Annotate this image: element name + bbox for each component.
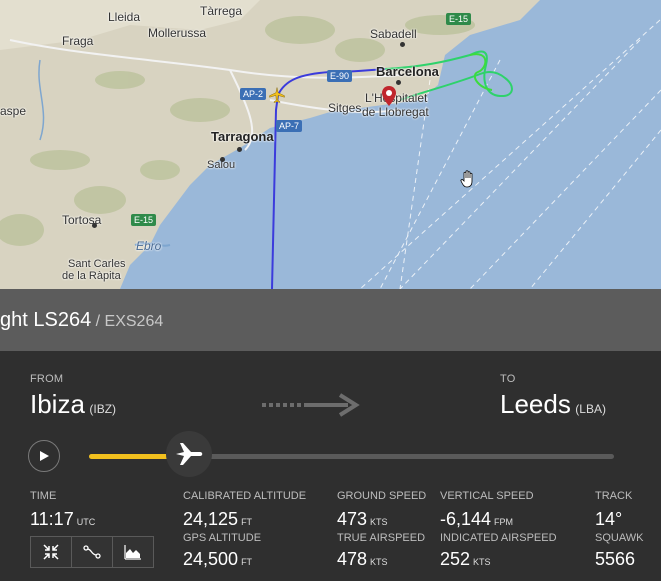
city-sabadell: Sabadell (370, 27, 417, 41)
origin[interactable]: Ibiza (IBZ) (30, 389, 116, 420)
flight-info-panel: FROM Ibiza (IBZ) TO Leeds (LBA) TIME 11:… (0, 351, 661, 581)
true-airspeed-label: TRUE AIRSPEED (337, 532, 426, 544)
flight-callsign: / EXS264 (91, 313, 164, 330)
flight-title: ght LS264 / EXS264 (0, 309, 163, 332)
road-e15-top: E-15 (446, 13, 472, 25)
tas-number: 478 (337, 549, 368, 569)
track-value: 14° (595, 509, 623, 529)
city-lhospitalet-2: de Llobregat (362, 105, 429, 119)
city-caspe: aspe (0, 104, 27, 118)
origin-city: Ibiza (30, 389, 85, 419)
cal-alt-unit: FT (241, 517, 253, 527)
city-tarragona: Tarragona (211, 129, 274, 144)
collapse-button[interactable] (30, 536, 72, 568)
map-canvas[interactable] (0, 0, 661, 289)
destination-code: (LBA) (575, 402, 606, 416)
road-e15-left: E-15 (131, 214, 157, 226)
squawk-label: SQUAWK (595, 532, 644, 544)
city-sitges: Sitges (328, 101, 362, 115)
progress-knob[interactable] (165, 431, 212, 477)
ias-unit: KTS (473, 557, 491, 567)
road-ap7: AP-7 (276, 120, 303, 132)
destination[interactable]: Leeds (LBA) (500, 389, 606, 420)
time-unit: UTC (76, 517, 96, 527)
pan-cursor-icon (460, 170, 473, 188)
city-santcarles-2: de la Ràpita (62, 270, 121, 282)
chart-icon (124, 545, 141, 560)
arrow-right-icon (262, 393, 360, 417)
squawk-value: 5566 (595, 549, 636, 569)
city-lhospitalet-1: L'Hospitalet (365, 91, 428, 105)
true-airspeed-value: 478 KTS (337, 549, 388, 570)
vs-unit: FPM (494, 517, 514, 527)
map-view[interactable]: Lleida Tàrrega Mollerussa Fraga aspe Sab… (0, 0, 661, 289)
cal-alt-number: 24,125 (183, 509, 239, 529)
road-ap2: AP-2 (240, 88, 267, 100)
collapse-icon (43, 544, 59, 560)
ias-number: 252 (440, 549, 471, 569)
ground-speed-label: GROUND SPEED (337, 490, 427, 502)
gps-altitude-label: GPS ALTITUDE (183, 532, 262, 544)
city-dot (396, 80, 401, 85)
city-tarrega: Tàrrega (200, 4, 243, 18)
chart-button[interactable] (112, 536, 154, 568)
city-mollerussa: Mollerussa (148, 26, 207, 40)
river-ebro: Ebro (136, 239, 162, 253)
vertical-speed-value: -6,144 FPM (440, 509, 513, 530)
city-dot (237, 147, 242, 152)
city-dot (92, 223, 97, 228)
calibrated-altitude-value: 24,125 FT (183, 509, 252, 530)
gps-alt-unit: FT (241, 557, 253, 567)
gps-altitude-value: 24,500 FT (183, 549, 252, 570)
route-button[interactable] (71, 536, 113, 568)
play-button[interactable] (28, 440, 60, 472)
flight-number: ght LS264 (0, 309, 92, 331)
ground-speed-value: 473 KTS (337, 509, 388, 530)
gs-number: 473 (337, 509, 368, 529)
to-label: TO (500, 373, 516, 385)
gs-unit: KTS (370, 517, 388, 527)
vs-number: -6,144 (440, 509, 492, 529)
gps-alt-number: 24,500 (183, 549, 239, 569)
time-value: 11:17 UTC (30, 509, 95, 530)
calibrated-altitude-label: CALIBRATED ALTITUDE (183, 490, 307, 502)
city-lleida: Lleida (108, 10, 141, 24)
road-e90: E-90 (327, 70, 353, 82)
from-label: FROM (30, 373, 64, 385)
route-icon (83, 545, 101, 559)
indicated-airspeed-label: INDICATED AIRSPEED (440, 532, 557, 544)
city-barcelona: Barcelona (376, 64, 439, 79)
time-number: 11:17 (30, 509, 74, 529)
city-dot (220, 157, 225, 162)
destination-city: Leeds (500, 389, 571, 419)
city-dot (400, 42, 405, 47)
time-label: TIME (30, 490, 57, 502)
flight-title-bar: ght LS264 / EXS264 (0, 289, 661, 351)
origin-code: (IBZ) (89, 402, 117, 416)
track-label: TRACK (595, 490, 633, 502)
city-santcarles-1: Sant Carles (68, 258, 126, 270)
plane-icon (175, 443, 202, 465)
play-icon (40, 451, 49, 461)
vertical-speed-label: VERTICAL SPEED (440, 490, 534, 502)
aircraft-map-icon[interactable] (268, 86, 286, 104)
tas-unit: KTS (370, 557, 388, 567)
city-fraga: Fraga (62, 34, 94, 48)
indicated-airspeed-value: 252 KTS (440, 549, 491, 570)
location-pin-icon[interactable] (382, 86, 396, 106)
